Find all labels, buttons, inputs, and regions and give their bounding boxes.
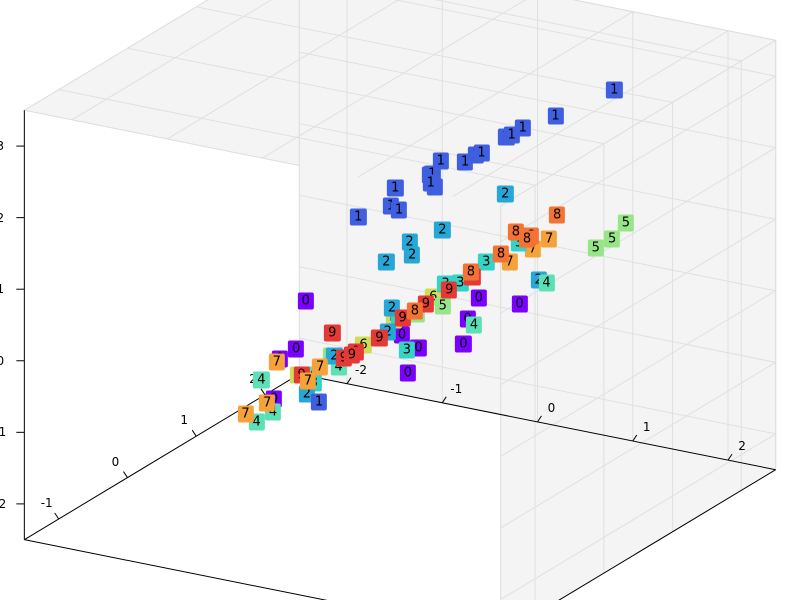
plot-container: -1012-2-1012-2-1012300000000000024556595… [0, 0, 800, 600]
axes-3d [0, 0, 800, 600]
